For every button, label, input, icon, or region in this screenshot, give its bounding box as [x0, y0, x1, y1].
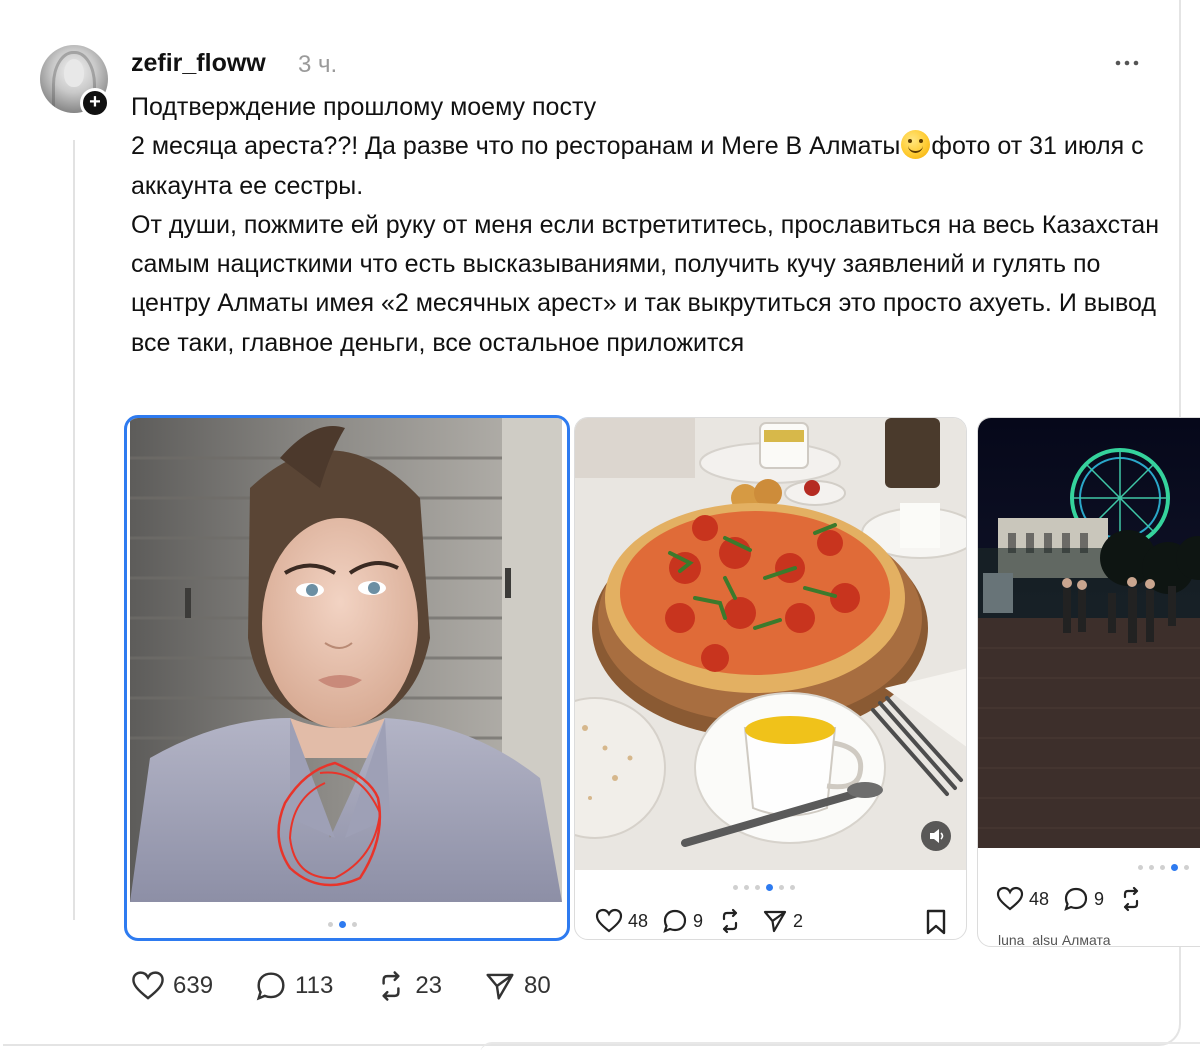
avatar-face-shape — [64, 59, 84, 87]
repost-icon — [722, 908, 738, 934]
post-timestamp: 3 ч. — [298, 51, 338, 78]
more-dots-icon — [1115, 60, 1139, 66]
post-line-4: От души, пожмите ей руку от меня если вс… — [131, 210, 1160, 357]
pizza-like-count: 48 — [628, 910, 649, 931]
night-reply-count: 9 — [1094, 888, 1105, 909]
more-options-button[interactable] — [1112, 48, 1142, 78]
heart-icon — [595, 908, 623, 933]
night-like-button[interactable]: 48 — [996, 886, 1049, 912]
smiling-face-emoji-icon — [901, 130, 931, 160]
next-post-edge — [480, 1042, 1200, 1050]
pizza-like-button[interactable]: 48 — [595, 908, 648, 934]
media-card-portrait[interactable] — [124, 415, 570, 941]
repost-button[interactable]: 23 — [375, 970, 442, 1002]
carousel-dot — [779, 885, 784, 890]
night-like-count: 48 — [1029, 888, 1050, 909]
follow-plus-button[interactable]: + — [80, 88, 110, 118]
carousel-dot — [1149, 865, 1154, 870]
post-body: Подтверждение прошлому моему посту 2 мес… — [131, 88, 1171, 363]
repost-icon — [382, 971, 400, 1001]
carousel-dot — [733, 885, 738, 890]
night-carousel-dots — [1138, 864, 1189, 871]
thread-connector-line — [73, 140, 75, 920]
carousel-dot-active — [766, 884, 773, 891]
thread-post-page: + zefir_floww 3 ч. Подтверждение прошлом… — [0, 0, 1200, 1050]
repost-icon — [1123, 886, 1139, 912]
share-count: 80 — [524, 972, 551, 999]
portrait-photo — [130, 418, 562, 902]
like-count: 639 — [173, 972, 214, 999]
carousel-dot — [1184, 865, 1189, 870]
like-button[interactable]: 639 — [131, 970, 213, 1002]
media-card-pizza[interactable]: 48 9 2 — [574, 417, 967, 940]
night-repost-button[interactable] — [1118, 886, 1149, 912]
media-card-night[interactable]: 48 9 luna_alsu Алмата — [977, 417, 1200, 947]
pizza-card-actions: 48 9 2 — [595, 908, 817, 934]
carousel-dot — [352, 922, 357, 927]
pizza-reply-count: 9 — [693, 910, 704, 931]
pizza-photo — [575, 418, 966, 870]
carousel-dot — [1160, 865, 1165, 870]
heart-icon — [132, 971, 164, 1000]
comment-bubble-icon — [1064, 887, 1088, 911]
post-line-2-text: 2 месяца ареста??! Да разве что по ресто… — [131, 132, 901, 161]
carousel-dot-active — [339, 921, 346, 928]
carousel-dot — [1138, 865, 1143, 870]
carousel-dot — [755, 885, 760, 890]
reply-count: 113 — [295, 972, 334, 999]
carousel-dot — [790, 885, 795, 890]
portrait-carousel-dots — [328, 921, 357, 928]
pizza-carousel-dots — [733, 884, 795, 891]
bookmark-button[interactable] — [923, 908, 949, 939]
night-ferris-wheel-photo — [978, 418, 1200, 848]
carousel-dot — [328, 922, 333, 927]
repost-count: 23 — [415, 972, 443, 999]
bookmark-icon — [926, 909, 946, 935]
reply-button[interactable]: 113 — [255, 970, 333, 1002]
heart-icon — [996, 886, 1024, 911]
pizza-reply-button[interactable]: 9 — [662, 908, 703, 934]
author-username[interactable]: zefir_floww — [131, 49, 266, 78]
send-plane-icon — [763, 910, 787, 933]
pizza-share-count: 2 — [793, 910, 804, 931]
carousel-dot-active — [1171, 864, 1178, 871]
pizza-share-button[interactable]: 2 — [762, 908, 803, 934]
speaker-icon — [930, 829, 944, 843]
pizza-repost-button[interactable] — [717, 908, 748, 934]
mute-toggle-button[interactable] — [921, 821, 951, 851]
night-card-actions: 48 9 — [996, 886, 1163, 912]
comment-bubble-icon — [663, 909, 687, 933]
post-actions-bar: 639 113 23 80 — [131, 970, 593, 1002]
post-line-1: Подтверждение прошлому моему посту — [131, 93, 597, 121]
night-reply-button[interactable]: 9 — [1063, 886, 1104, 912]
share-button[interactable]: 80 — [484, 970, 551, 1002]
night-caption: luna_alsu Алмата — [998, 932, 1111, 947]
comment-bubble-icon — [256, 972, 285, 1001]
post-line-2: 2 месяца ареста??! Да разве что по ресто… — [131, 127, 1171, 206]
carousel-dot — [744, 885, 749, 890]
send-plane-icon — [486, 973, 514, 1000]
